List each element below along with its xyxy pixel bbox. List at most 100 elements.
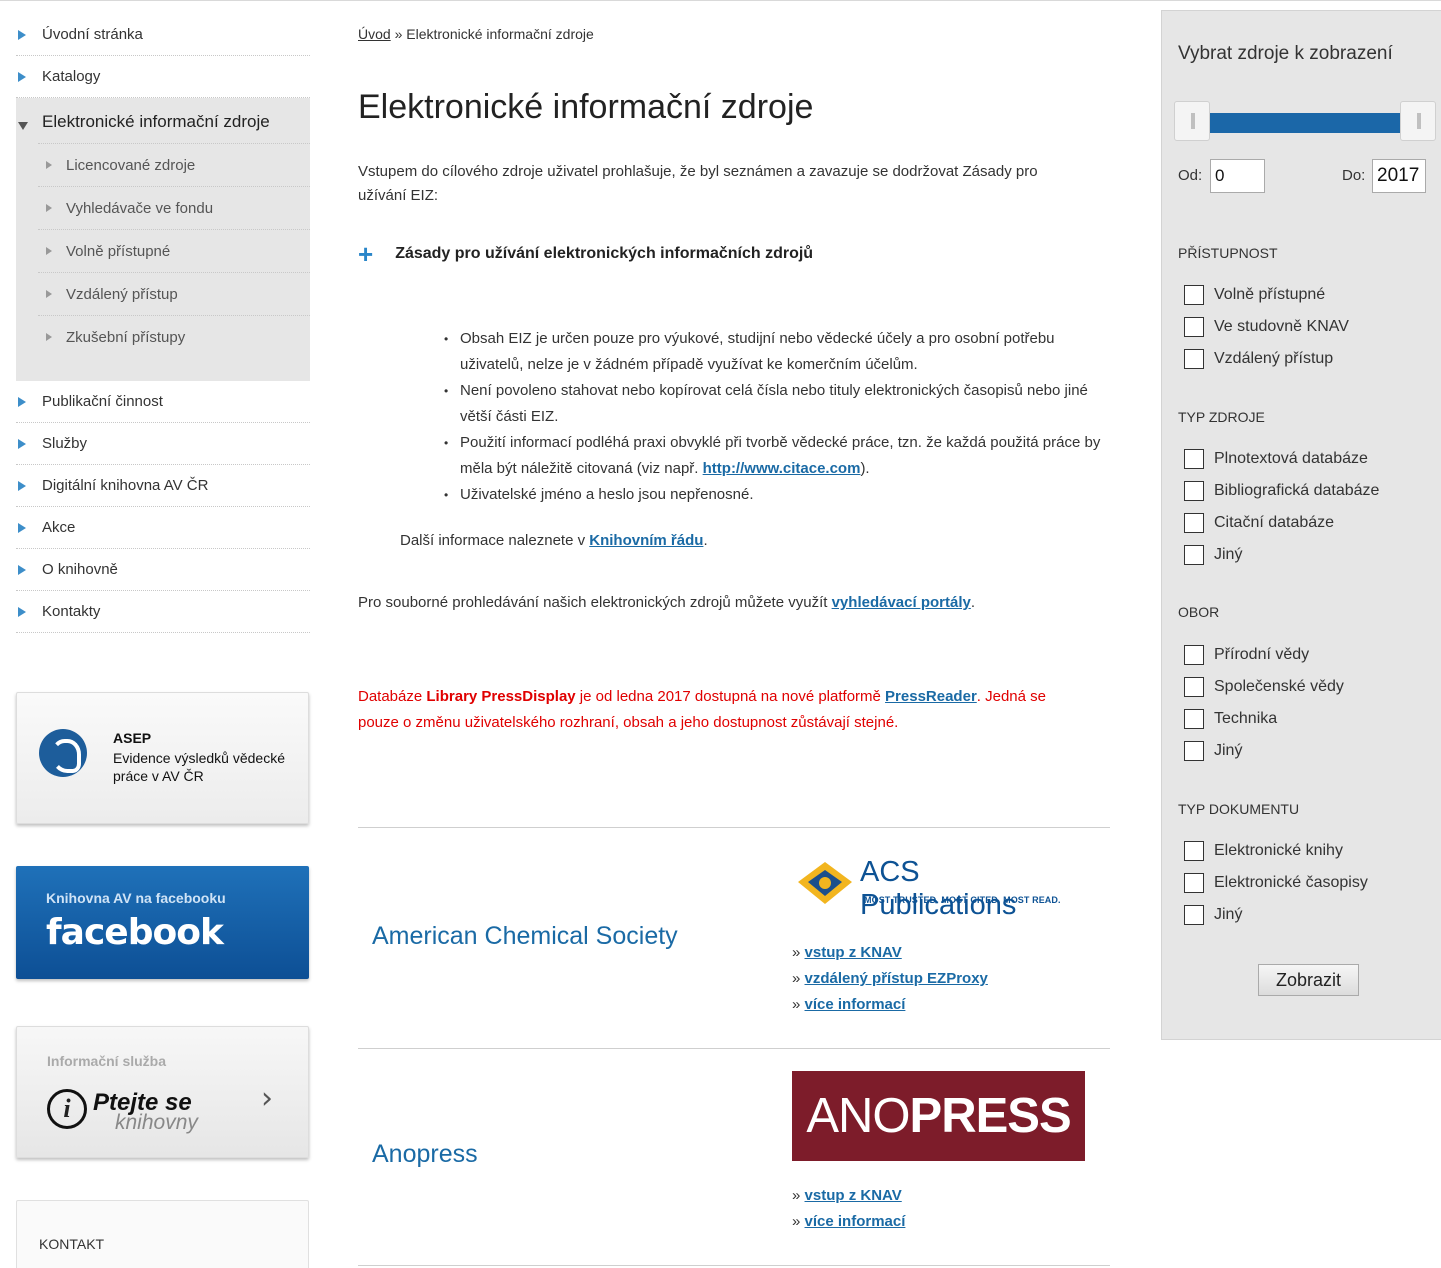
- nav-item-katalogy[interactable]: Katalogy: [16, 56, 310, 98]
- list-item: Obsah EIZ je určen pouze pro výukové, st…: [444, 326, 1114, 378]
- rules-list: Obsah EIZ je určen pouze pro výukové, st…: [444, 326, 1114, 508]
- checkbox-label: Elektronické časopisy: [1214, 874, 1368, 891]
- checkbox-box[interactable]: [1184, 285, 1204, 305]
- breadcrumb-current: Elektronické informační zdroje: [406, 26, 594, 42]
- citace-link[interactable]: http://www.citace.com: [703, 460, 861, 477]
- anopress-logo[interactable]: ANOPRESS IT: [792, 1071, 1085, 1233]
- checkbox-obor-jiny[interactable]: Jiný: [1184, 741, 1242, 761]
- checkbox-zdroj-jiny[interactable]: Jiný: [1184, 545, 1242, 565]
- checkbox-box[interactable]: [1184, 349, 1204, 369]
- checkbox-box[interactable]: [1184, 841, 1204, 861]
- slider-handle-max[interactable]: [1400, 101, 1436, 141]
- checkbox-volne-pristupne[interactable]: Volně přístupné: [1184, 285, 1325, 305]
- kontakt-title: KONTAKT: [39, 1236, 105, 1252]
- nav-item-label: Publikační činnost: [42, 393, 163, 410]
- checkbox-spolecenske-vedy[interactable]: Společenské vědy: [1184, 677, 1344, 697]
- rules-expander[interactable]: + Zásady pro užívání elektronických info…: [358, 239, 813, 269]
- checkbox-box[interactable]: [1184, 513, 1204, 533]
- vyhledavaci-portaly-link[interactable]: vyhledávací portály: [832, 594, 971, 611]
- info-caption: Informační služba: [47, 1053, 167, 1069]
- link-prefix: »: [792, 1187, 805, 1204]
- acs-ezproxy-link[interactable]: vzdálený přístup EZProxy: [805, 970, 988, 987]
- anopress-logo-part2: PRESS IT: [909, 1089, 1072, 1233]
- checkbox-label: Jiný: [1214, 742, 1243, 759]
- more-info-text: Další informace naleznete v Knihovním řá…: [400, 532, 708, 549]
- checkbox-citacni[interactable]: Citační databáze: [1184, 513, 1334, 533]
- checkbox-vzdaleny-pristup[interactable]: Vzdálený přístup: [1184, 349, 1333, 369]
- link-row: » více informací: [792, 992, 988, 1018]
- checkbox-label: Bibliografická databáze: [1214, 482, 1380, 499]
- subnav-item-vyhledavace[interactable]: Vyhledávače ve fondu: [38, 186, 310, 229]
- year-range-slider[interactable]: [1174, 101, 1440, 141]
- list-item: Použití informací podléhá praxi obvyklé …: [444, 430, 1114, 482]
- checkbox-elektronicke-casopisy[interactable]: Elektronické časopisy: [1184, 873, 1368, 893]
- plus-icon: +: [358, 239, 374, 269]
- checkbox-prirodni-vedy[interactable]: Přírodní vědy: [1184, 645, 1309, 665]
- subnav-item-zkusebni[interactable]: Zkušební přístupy: [38, 315, 310, 358]
- breadcrumb-separator: »: [390, 26, 407, 42]
- notice-text: je od ledna 2017 dostupná na nové platfo…: [575, 688, 886, 705]
- checkbox-plnotextova[interactable]: Plnotextová databáze: [1184, 449, 1368, 469]
- checkbox-box[interactable]: [1184, 481, 1204, 501]
- triangle-right-icon: [18, 522, 26, 533]
- checkbox-box[interactable]: [1184, 905, 1204, 925]
- slider-handle-min[interactable]: [1174, 101, 1210, 141]
- checkbox-box[interactable]: [1184, 873, 1204, 893]
- checkbox-box[interactable]: [1184, 449, 1204, 469]
- nav-item-label: O knihovně: [42, 561, 118, 578]
- checkbox-box[interactable]: [1184, 741, 1204, 761]
- acs-vstup-link[interactable]: vstup z KNAV: [805, 944, 902, 961]
- divider: [358, 827, 1110, 828]
- subnav-item-vzdaleny[interactable]: Vzdálený přístup: [38, 272, 310, 315]
- checkbox-box[interactable]: [1184, 709, 1204, 729]
- acs-links: » vstup z KNAV » vzdálený přístup EZProx…: [792, 940, 988, 1018]
- nav-item-akce[interactable]: Akce: [16, 507, 310, 549]
- nav-item-sluzby[interactable]: Služby: [16, 423, 310, 465]
- nav-item-o-knihovne[interactable]: O knihovně: [16, 549, 310, 591]
- left-navigation: Úvodní stránka Katalogy Elektronické inf…: [16, 14, 310, 633]
- portal-end: .: [970, 594, 975, 611]
- nav-item-digitalni[interactable]: Digitální knihovna AV ČR: [16, 465, 310, 507]
- slider-range: [1210, 113, 1400, 133]
- nav-item-eiz[interactable]: Elektronické informační zdroje: [16, 104, 310, 135]
- zobrazit-button[interactable]: Zobrazit: [1258, 964, 1359, 996]
- checkbox-label: Přírodní vědy: [1214, 646, 1310, 663]
- acs-publications-logo[interactable]: ACS Publications MOST TRUSTED. MOST CITE…: [796, 852, 1082, 922]
- anopress-links: » vstup z KNAV » více informací: [792, 1183, 905, 1235]
- checkbox-box[interactable]: [1184, 677, 1204, 697]
- knihovni-rad-link[interactable]: Knihovním řádu: [589, 532, 703, 549]
- checkbox-box[interactable]: [1184, 317, 1204, 337]
- info-service-banner[interactable]: Informační služba i Ptejte se knihovny ›: [16, 1026, 309, 1158]
- checkbox-box[interactable]: [1184, 545, 1204, 565]
- link-row: » vzdálený přístup EZProxy: [792, 966, 988, 992]
- facebook-banner[interactable]: Knihovna AV na facebooku facebook: [16, 866, 309, 979]
- link-row: » vstup z KNAV: [792, 1183, 905, 1209]
- breadcrumb-home-link[interactable]: Úvod: [358, 26, 391, 42]
- anopress-vstup-link[interactable]: vstup z KNAV: [805, 1187, 902, 1204]
- checkbox-technika[interactable]: Technika: [1184, 709, 1277, 729]
- nav-item-kontakty[interactable]: Kontakty: [16, 591, 310, 633]
- nav-item-uvod[interactable]: Úvodní stránka: [16, 14, 310, 56]
- checkbox-label: Technika: [1214, 710, 1278, 727]
- checkbox-ve-studovne[interactable]: Ve studovně KNAV: [1184, 317, 1349, 337]
- intro-text: Vstupem do cílového zdroje uživatel proh…: [358, 163, 1038, 204]
- group-title-typ-dokumentu: TYP DOKUMENTU: [1178, 801, 1300, 817]
- acs-more-info-link[interactable]: více informací: [805, 996, 906, 1013]
- checkbox-bibliograficka[interactable]: Bibliografická databáze: [1184, 481, 1379, 501]
- checkbox-elektronicke-knihy[interactable]: Elektronické knihy: [1184, 841, 1343, 861]
- do-input[interactable]: [1372, 159, 1426, 193]
- subnav-item-label: Vzdálený přístup: [66, 285, 178, 303]
- checkbox-dokument-jiny[interactable]: Jiný: [1184, 905, 1242, 925]
- subnav-item-licencovane[interactable]: Licencované zdroje: [38, 143, 310, 186]
- resource-name-acs[interactable]: American Chemical Society: [372, 922, 678, 951]
- od-input[interactable]: [1210, 159, 1265, 193]
- checkbox-label: Jiný: [1214, 906, 1243, 923]
- anopress-more-info-link[interactable]: více informací: [805, 1213, 906, 1230]
- checkbox-box[interactable]: [1184, 645, 1204, 665]
- asep-banner[interactable]: ASEP Evidence výsledků vědecké práce v A…: [16, 692, 309, 824]
- small-triangle-icon: [46, 247, 52, 255]
- subnav-item-volne[interactable]: Volně přístupné: [38, 229, 310, 272]
- resource-name-anopress[interactable]: Anopress: [372, 1140, 478, 1169]
- pressreader-link[interactable]: PressReader: [885, 688, 977, 705]
- nav-item-publikacni[interactable]: Publikační činnost: [16, 381, 310, 423]
